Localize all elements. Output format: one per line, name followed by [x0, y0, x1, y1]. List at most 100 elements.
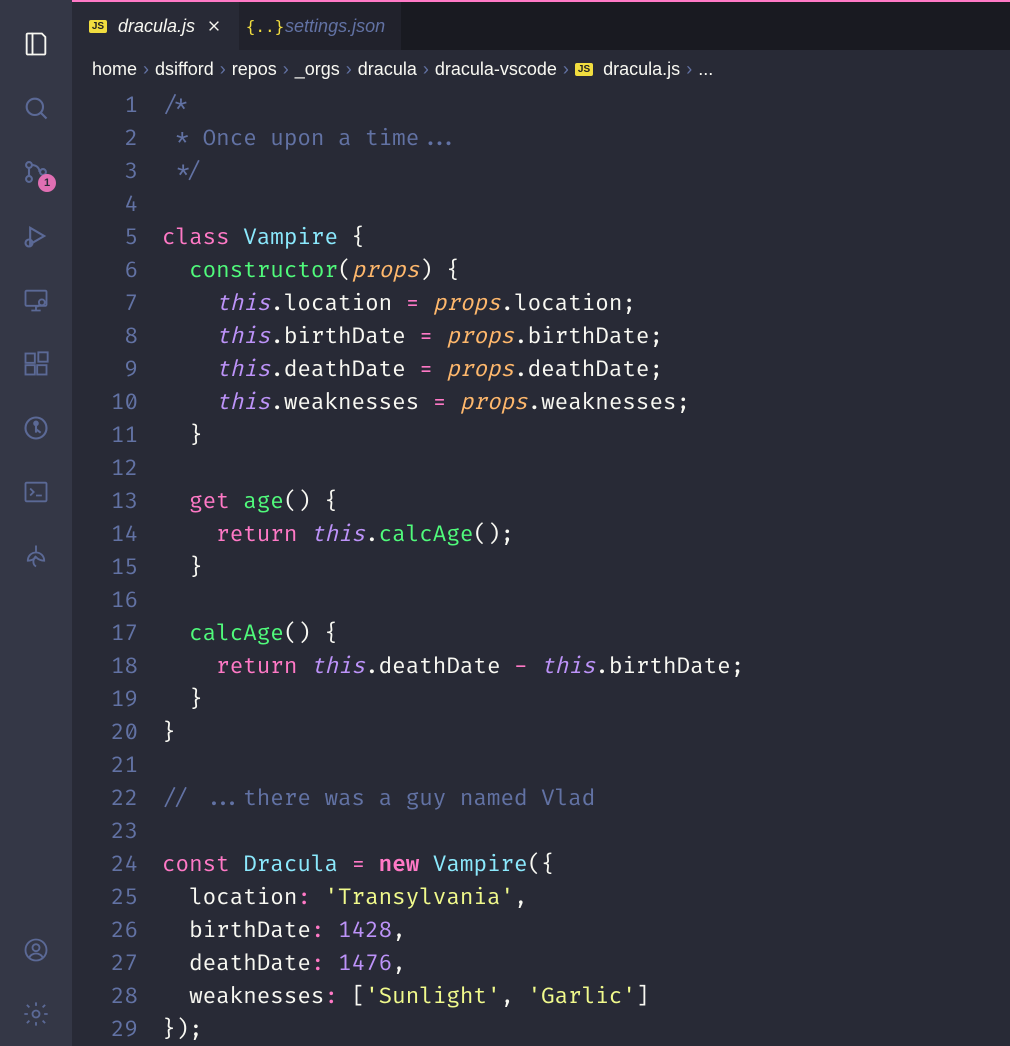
- line-number: 2: [72, 122, 138, 155]
- code-line[interactable]: birthDate: 1428,: [162, 914, 1010, 947]
- line-number: 8: [72, 320, 138, 353]
- run-debug-icon[interactable]: [12, 212, 60, 260]
- code-line[interactable]: }: [162, 551, 1010, 584]
- breadcrumb-segment[interactable]: dracula: [358, 59, 417, 80]
- code-line[interactable]: const Dracula = new Vampire({: [162, 848, 1010, 881]
- editor-group: JS dracula.js {..} settings.json home › ds…: [72, 0, 1010, 1046]
- line-number: 20: [72, 716, 138, 749]
- code-line[interactable]: [162, 749, 1010, 782]
- line-number: 4: [72, 188, 138, 221]
- code-line[interactable]: [162, 815, 1010, 848]
- tab-bar: JS dracula.js {..} settings.json: [72, 0, 1010, 50]
- line-number: 27: [72, 947, 138, 980]
- code-line[interactable]: this.deathDate = props.deathDate;: [162, 353, 1010, 386]
- code-line[interactable]: /*: [162, 89, 1010, 122]
- git-graph-icon[interactable]: [12, 404, 60, 452]
- remote-explorer-icon[interactable]: [12, 276, 60, 324]
- line-number: 11: [72, 419, 138, 452]
- line-number: 18: [72, 650, 138, 683]
- breadcrumb-segment[interactable]: _orgs: [295, 59, 340, 80]
- code-line[interactable]: deathDate: 1476,: [162, 947, 1010, 980]
- code-line[interactable]: get age() {: [162, 485, 1010, 518]
- code-line[interactable]: }: [162, 716, 1010, 749]
- chevron-right-icon: ›: [686, 59, 692, 80]
- settings-gear-icon[interactable]: [12, 990, 60, 1038]
- line-number: 1: [72, 89, 138, 122]
- line-number: 26: [72, 914, 138, 947]
- code-line[interactable]: }: [162, 683, 1010, 716]
- js-file-icon: JS: [575, 63, 593, 76]
- terminal-panel-icon[interactable]: [12, 468, 60, 516]
- breadcrumb-segment[interactable]: home: [92, 59, 137, 80]
- explorer-icon[interactable]: [12, 20, 60, 68]
- search-icon[interactable]: [12, 84, 60, 132]
- code-line[interactable]: [162, 452, 1010, 485]
- account-icon[interactable]: [12, 926, 60, 974]
- line-number: 24: [72, 848, 138, 881]
- line-number: 9: [72, 353, 138, 386]
- line-number: 13: [72, 485, 138, 518]
- environments-icon[interactable]: [12, 532, 60, 580]
- tab-label: dracula.js: [118, 16, 195, 37]
- chevron-right-icon: ›: [563, 59, 569, 80]
- code-line[interactable]: // ...there was a guy named Vlad: [162, 782, 1010, 815]
- source-control-icon[interactable]: 1: [12, 148, 60, 196]
- code-line[interactable]: constructor(props) {: [162, 254, 1010, 287]
- tab-dracula-js[interactable]: JS dracula.js: [72, 2, 239, 50]
- extensions-icon[interactable]: [12, 340, 60, 388]
- code-content[interactable]: /* * Once upon a time... */ class Vampir…: [162, 89, 1010, 1046]
- chevron-right-icon: ›: [346, 59, 352, 80]
- breadcrumb-segment[interactable]: dracula.js: [603, 59, 680, 80]
- breadcrumb-segment[interactable]: repos: [232, 59, 277, 80]
- tab-label: settings.json: [285, 16, 385, 37]
- chevron-right-icon: ›: [143, 59, 149, 80]
- line-number: 19: [72, 683, 138, 716]
- line-number: 22: [72, 782, 138, 815]
- breadcrumb-segment[interactable]: dracula-vscode: [435, 59, 557, 80]
- js-file-icon: JS: [88, 16, 108, 36]
- code-line[interactable]: location: 'Transylvania',: [162, 881, 1010, 914]
- line-number: 25: [72, 881, 138, 914]
- code-line[interactable]: this.location = props.location;: [162, 287, 1010, 320]
- line-number: 17: [72, 617, 138, 650]
- code-line[interactable]: this.birthDate = props.birthDate;: [162, 320, 1010, 353]
- line-number: 5: [72, 221, 138, 254]
- line-number: 6: [72, 254, 138, 287]
- line-number: 7: [72, 287, 138, 320]
- chevron-right-icon: ›: [220, 59, 226, 80]
- line-number: 14: [72, 518, 138, 551]
- line-number: 15: [72, 551, 138, 584]
- code-line[interactable]: calcAge() {: [162, 617, 1010, 650]
- close-icon[interactable]: [205, 17, 223, 35]
- code-editor[interactable]: 1234567891011121314151617181920212223242…: [72, 89, 1010, 1046]
- code-line[interactable]: [162, 188, 1010, 221]
- code-line[interactable]: */: [162, 155, 1010, 188]
- code-line[interactable]: * Once upon a time...: [162, 122, 1010, 155]
- tab-settings-json[interactable]: {..} settings.json: [239, 2, 401, 50]
- line-number: 29: [72, 1013, 138, 1046]
- line-number: 23: [72, 815, 138, 848]
- scm-badge: 1: [38, 174, 56, 192]
- code-line[interactable]: return this.calcAge();: [162, 518, 1010, 551]
- activity-bar: 1: [0, 0, 72, 1046]
- json-file-icon: {..}: [255, 16, 275, 36]
- code-line[interactable]: });: [162, 1013, 1010, 1046]
- code-line[interactable]: weaknesses: ['Sunlight', 'Garlic']: [162, 980, 1010, 1013]
- line-number: 28: [72, 980, 138, 1013]
- chevron-right-icon: ›: [283, 59, 289, 80]
- code-line[interactable]: class Vampire {: [162, 221, 1010, 254]
- code-line[interactable]: }: [162, 419, 1010, 452]
- line-number: 16: [72, 584, 138, 617]
- breadcrumb-segment[interactable]: ...: [698, 59, 713, 80]
- line-number: 12: [72, 452, 138, 485]
- code-line[interactable]: this.weaknesses = props.weaknesses;: [162, 386, 1010, 419]
- line-number: 10: [72, 386, 138, 419]
- line-number: 21: [72, 749, 138, 782]
- breadcrumb-segment[interactable]: dsifford: [155, 59, 214, 80]
- code-line[interactable]: [162, 584, 1010, 617]
- chevron-right-icon: ›: [423, 59, 429, 80]
- line-number-gutter: 1234567891011121314151617181920212223242…: [72, 89, 162, 1046]
- breadcrumb[interactable]: home › dsifford › repos › _orgs › dracula › dracul…: [72, 50, 1010, 89]
- line-number: 3: [72, 155, 138, 188]
- code-line[interactable]: return this.deathDate - this.birthDate;: [162, 650, 1010, 683]
